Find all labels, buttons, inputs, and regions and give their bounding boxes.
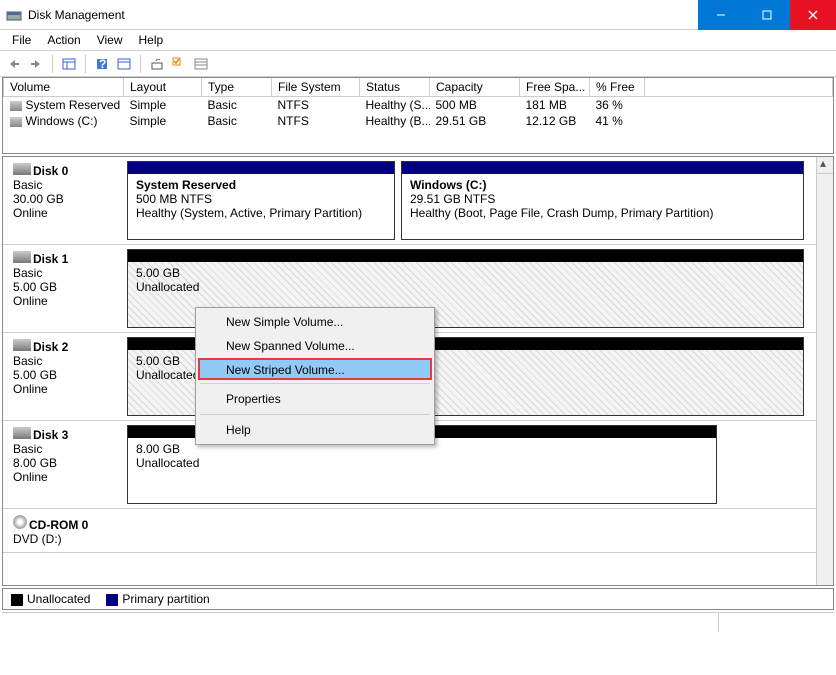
partition-header (402, 162, 803, 174)
window-title: Disk Management (28, 8, 698, 22)
context-menu: New Simple Volume... New Spanned Volume.… (195, 307, 435, 445)
disk-info[interactable]: CD-ROM 0 DVD (D:) (7, 513, 127, 548)
col-free[interactable]: Free Spa... (520, 78, 590, 97)
col-fs[interactable]: File System (272, 78, 360, 97)
partition[interactable]: Windows (C:)29.51 GB NTFSHealthy (Boot, … (401, 161, 804, 240)
volume-name: System Reserved (26, 98, 121, 112)
back-button[interactable] (4, 54, 24, 74)
maximize-button[interactable] (744, 0, 790, 30)
menu-new-simple-volume[interactable]: New Simple Volume... (198, 310, 432, 334)
menu-properties[interactable]: Properties (198, 387, 432, 411)
volume-row[interactable]: System Reserved SimpleBasicNTFSHealthy (… (4, 97, 833, 114)
disk-row: Disk 0 Basic 30.00 GB Online System Rese… (3, 157, 833, 245)
menu-help[interactable]: Help (131, 31, 172, 50)
col-spacer (645, 78, 833, 97)
volume-name: Windows (C:) (26, 114, 98, 128)
volume-list: Volume Layout Type File System Status Ca… (2, 77, 834, 154)
disk-icon (13, 163, 31, 175)
checklist-button[interactable] (169, 54, 189, 74)
menu-file[interactable]: File (4, 31, 39, 50)
app-icon (6, 7, 22, 23)
cdrom-icon (13, 515, 27, 529)
col-status[interactable]: Status (360, 78, 430, 97)
menu-help[interactable]: Help (198, 418, 432, 442)
menubar: File Action View Help (0, 30, 836, 51)
volume-row[interactable]: Windows (C:) SimpleBasicNTFSHealthy (B..… (4, 113, 833, 129)
col-layout[interactable]: Layout (124, 78, 202, 97)
toolbar-separator (140, 55, 141, 73)
volume-icon (10, 117, 22, 127)
disk-icon (13, 251, 31, 263)
col-pct[interactable]: % Free (590, 78, 645, 97)
forward-button[interactable] (26, 54, 46, 74)
partition-header (128, 250, 803, 262)
menu-view[interactable]: View (89, 31, 131, 50)
close-button[interactable] (790, 0, 836, 30)
scroll-up-icon[interactable] (817, 157, 833, 174)
partition-header (128, 162, 394, 174)
disk-info[interactable]: Disk 3 Basic 8.00 GB Online (7, 425, 127, 504)
col-capacity[interactable]: Capacity (430, 78, 520, 97)
toolbar-separator (52, 55, 53, 73)
minimize-button[interactable] (698, 0, 744, 30)
volume-icon (10, 101, 22, 111)
menu-new-spanned-volume[interactable]: New Spanned Volume... (198, 334, 432, 358)
disk-icon (13, 427, 31, 439)
list-button[interactable] (191, 54, 211, 74)
menu-separator (200, 414, 430, 415)
disk-icon (13, 339, 31, 351)
menu-new-striped-volume[interactable]: New Striped Volume... (198, 358, 432, 380)
partition[interactable]: System Reserved500 MB NTFSHealthy (Syste… (127, 161, 395, 240)
legend: Unallocated Primary partition (2, 588, 834, 610)
svg-text:?: ? (99, 57, 106, 71)
menu-action[interactable]: Action (39, 31, 88, 50)
legend-primary: Primary partition (106, 592, 209, 606)
settings-button[interactable] (114, 54, 134, 74)
col-volume[interactable]: Volume (4, 78, 124, 97)
disk-row: CD-ROM 0 DVD (D:) (3, 509, 833, 553)
disk-info[interactable]: Disk 2 Basic 5.00 GB Online (7, 337, 127, 416)
legend-unallocated: Unallocated (11, 592, 90, 606)
help-button[interactable]: ? (92, 54, 112, 74)
menu-separator (200, 383, 430, 384)
refresh-button[interactable] (147, 54, 167, 74)
statusbar (2, 612, 834, 632)
toolbar-separator (85, 55, 86, 73)
disk-info[interactable]: Disk 0 Basic 30.00 GB Online (7, 161, 127, 240)
scrollbar[interactable] (816, 157, 833, 585)
show-hide-button[interactable] (59, 54, 79, 74)
toolbar: ? (0, 51, 836, 77)
col-type[interactable]: Type (202, 78, 272, 97)
disk-info[interactable]: Disk 1 Basic 5.00 GB Online (7, 249, 127, 328)
